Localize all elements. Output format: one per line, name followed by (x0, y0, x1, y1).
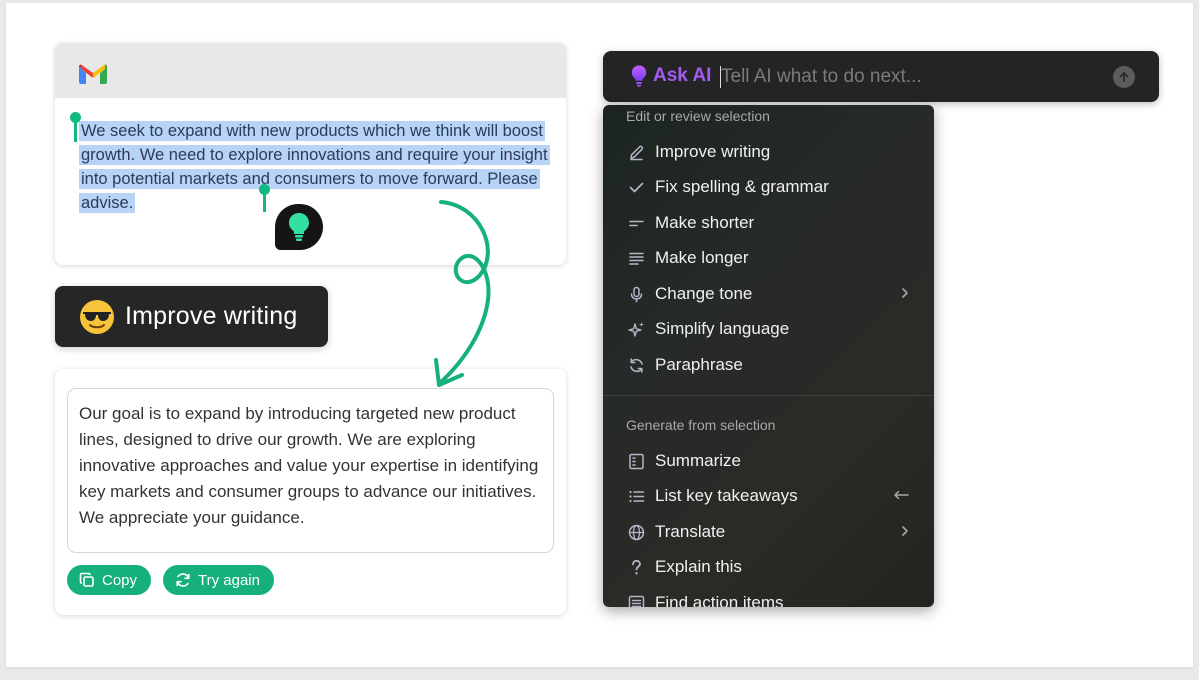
menu-item-label: Summarize (655, 451, 741, 470)
menu-item-paraphrase[interactable]: Paraphrase (603, 348, 934, 382)
result-text-box: Our goal is to expand by introducing tar… (67, 388, 554, 553)
menu-item-label: Improve writing (655, 142, 771, 161)
selection-end-handle[interactable] (259, 184, 270, 212)
menu-item-list-key-takeaways[interactable]: List key takeaways (603, 479, 934, 513)
menu-item-make-longer[interactable]: Make longer (603, 241, 934, 275)
ask-ai-input[interactable] (721, 64, 1101, 90)
ai-assist-button[interactable] (275, 204, 323, 250)
menu-item-label: List key takeaways (655, 486, 798, 505)
gmail-logo-icon (79, 63, 107, 89)
menu-item-explain-this[interactable]: Explain this (603, 550, 934, 584)
copy-label: Copy (102, 571, 138, 589)
checklist-icon (627, 594, 645, 607)
improve-writing-badge: Improve writing (55, 286, 328, 347)
menu-item-label: Make longer (655, 248, 749, 267)
email-header (55, 43, 566, 98)
list-icon (627, 487, 645, 505)
menu-item-translate[interactable]: Translate (603, 515, 934, 549)
menu-item-label: Paraphrase (655, 355, 743, 374)
refresh-icon (627, 356, 645, 374)
rewritten-text: Our goal is to expand by introducing tar… (79, 404, 539, 527)
chevron-right-icon (900, 523, 910, 539)
result-card: Our goal is to expand by introducing tar… (55, 369, 566, 615)
menu-item-change-tone[interactable]: Change tone (603, 277, 934, 311)
menu-item-label: Make shorter (655, 213, 755, 232)
ai-actions-menu: Edit or review selection Improve writing… (603, 105, 934, 607)
send-button[interactable] (1113, 66, 1135, 88)
menu-item-label: Translate (655, 522, 726, 541)
try-again-button[interactable]: Try again (163, 565, 274, 595)
copy-icon (79, 572, 94, 587)
ask-ai-bar: Ask AI (603, 51, 1159, 102)
microphone-icon (627, 285, 645, 303)
lightbulb-icon (289, 213, 309, 241)
menu-section-generate-heading: Generate from selection (626, 417, 776, 433)
menu-item-summarize[interactable]: Summarize (603, 444, 934, 478)
globe-icon (627, 523, 645, 541)
chevron-right-icon (900, 285, 910, 301)
try-again-label: Try again (198, 571, 260, 589)
question-icon (627, 558, 645, 576)
selection-start-handle[interactable] (70, 112, 81, 142)
menu-item-label: Explain this (655, 557, 742, 576)
menu-divider (603, 395, 934, 396)
selected-email-text[interactable]: We seek to expand with new products whic… (79, 119, 550, 215)
sunglasses-emoji-icon (80, 299, 114, 334)
short-lines-icon (627, 214, 645, 232)
improve-writing-label: Improve writing (125, 302, 298, 330)
ask-ai-label: Ask AI (653, 65, 712, 86)
refresh-icon (176, 573, 190, 587)
selection-highlight: We seek to expand with new products whic… (79, 121, 550, 213)
menu-item-make-shorter[interactable]: Make shorter (603, 206, 934, 240)
menu-item-label: Change tone (655, 284, 753, 303)
menu-item-label: Find action items (655, 593, 784, 607)
menu-item-improve-writing[interactable]: Improve writing (603, 135, 934, 169)
long-lines-icon (627, 249, 645, 267)
sparkle-icon (627, 320, 645, 338)
menu-item-label: Fix spelling & grammar (655, 177, 829, 196)
menu-item-simplify-language[interactable]: Simplify language (603, 312, 934, 346)
menu-section-edit-heading: Edit or review selection (626, 108, 770, 124)
return-icon (892, 487, 910, 503)
document-icon (627, 452, 645, 470)
copy-button[interactable]: Copy (67, 565, 151, 595)
menu-item-label: Simplify language (655, 319, 790, 338)
menu-item-fix-spelling[interactable]: Fix spelling & grammar (603, 170, 934, 204)
pencil-icon (627, 143, 645, 161)
ask-ai-bulb-icon (631, 65, 647, 87)
check-icon (627, 178, 645, 196)
menu-item-find-action-items[interactable]: Find action items (603, 586, 934, 607)
arrow-up-icon (1119, 72, 1129, 82)
